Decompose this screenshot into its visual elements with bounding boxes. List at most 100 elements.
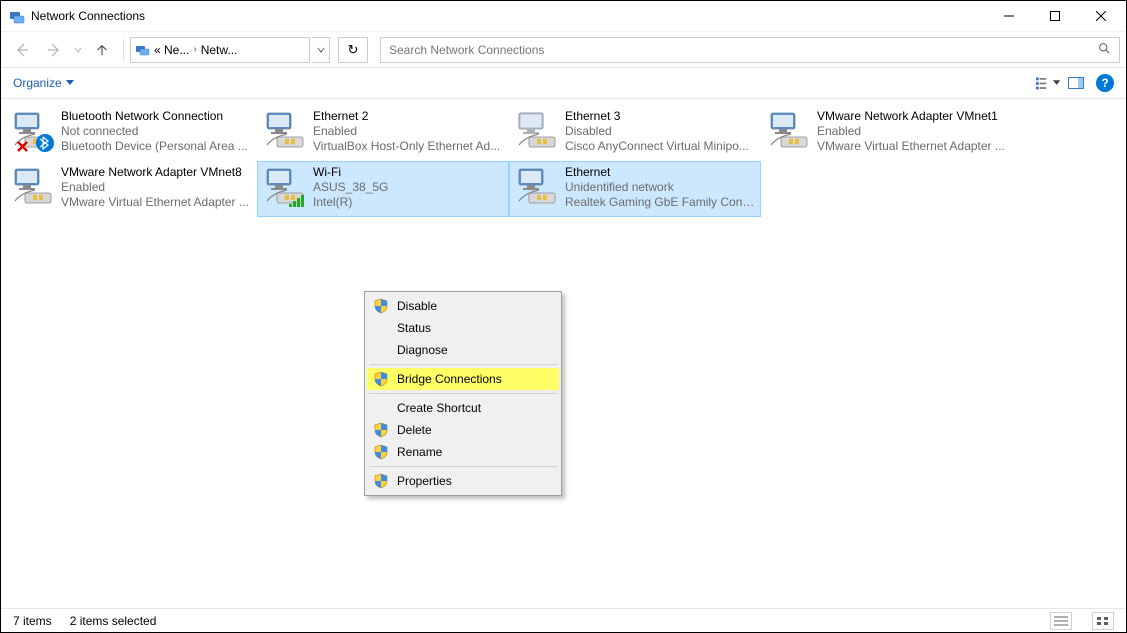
shield-icon [373, 371, 389, 387]
help-button[interactable]: ? [1096, 74, 1114, 92]
connection-status: Disabled [565, 124, 755, 139]
shield-icon [373, 298, 389, 314]
connection-device: Intel(R) [313, 195, 503, 210]
menu-item-label: Status [397, 321, 431, 335]
connection-name: Ethernet 2 [313, 109, 503, 124]
menu-item-label: Disable [397, 299, 437, 313]
menu-item-label: Delete [397, 423, 432, 437]
connection-name: Wi-Fi [313, 165, 503, 180]
search-input[interactable] [389, 43, 1098, 57]
menu-item-label: Create Shortcut [397, 401, 481, 415]
connection-name: Ethernet [565, 165, 755, 180]
connection-text: VMware Network Adapter VMnet1 Enabled VM… [817, 109, 1007, 154]
connection-item[interactable]: Bluetooth Network Connection Not connect… [5, 105, 257, 161]
close-button[interactable] [1078, 1, 1124, 31]
titlebar: Network Connections [1, 1, 1126, 31]
menu-item[interactable]: Rename [367, 441, 559, 463]
network-adapter-icon [767, 109, 811, 153]
shield-icon [373, 444, 389, 460]
connection-device: VMware Virtual Ethernet Adapter ... [61, 195, 251, 210]
context-menu: Disable Status Diagnose Bridge Connections C… [364, 291, 562, 496]
menu-item-label: Diagnose [397, 343, 448, 357]
menu-item[interactable]: Status [367, 317, 559, 339]
address-bar[interactable]: « Ne... › Netw... [130, 37, 310, 63]
status-bar: 7 items 2 items selected [1, 608, 1126, 632]
menu-separator [369, 393, 557, 394]
menu-item-label: Rename [397, 445, 442, 459]
connection-device: Realtek Gaming GbE Family Contr... [565, 195, 755, 210]
connection-name: VMware Network Adapter VMnet1 [817, 109, 1007, 124]
shield-icon [373, 422, 389, 438]
menu-separator [369, 466, 557, 467]
connection-item[interactable]: VMware Network Adapter VMnet8 Enabled VM… [5, 161, 257, 217]
address-dropdown[interactable] [312, 37, 330, 63]
connection-status: Not connected [61, 124, 251, 139]
nav-recent-dropdown[interactable] [71, 36, 85, 64]
shield-icon [373, 473, 389, 489]
connection-status: Enabled [817, 124, 1007, 139]
network-adapter-icon [263, 165, 307, 209]
content-area[interactable]: Bluetooth Network Connection Not connect… [1, 99, 1126, 608]
menu-item[interactable]: Bridge Connections [367, 368, 559, 390]
minimize-button[interactable] [986, 1, 1032, 31]
organize-button[interactable]: Organize [13, 76, 74, 90]
connection-item[interactable]: Ethernet 2 Enabled VirtualBox Host-Only … [257, 105, 509, 161]
details-view-button[interactable] [1050, 612, 1072, 630]
navbar: « Ne... › Netw... ↻ [1, 31, 1126, 67]
status-item-count: 7 items [13, 614, 52, 628]
connection-text: Ethernet Unidentified network Realtek Ga… [565, 165, 755, 210]
menu-item[interactable]: Create Shortcut [367, 397, 559, 419]
maximize-button[interactable] [1032, 1, 1078, 31]
connection-name: VMware Network Adapter VMnet8 [61, 165, 251, 180]
window: Network Connections « Ne... [0, 0, 1127, 633]
items-container: Bluetooth Network Connection Not connect… [1, 99, 1126, 223]
large-icons-view-button[interactable] [1092, 612, 1114, 630]
menu-item[interactable]: Diagnose [367, 339, 559, 361]
network-adapter-icon [515, 165, 559, 209]
connection-device: Bluetooth Device (Personal Area ... [61, 139, 251, 154]
crumb-1[interactable]: « Ne... [154, 43, 189, 57]
menu-separator [369, 364, 557, 365]
connection-status: ASUS_38_5G [313, 180, 503, 195]
connection-device: Cisco AnyConnect Virtual Minipo... [565, 139, 755, 154]
menu-item-label: Properties [397, 474, 452, 488]
organize-label: Organize [13, 76, 62, 90]
menu-item-label: Bridge Connections [397, 372, 502, 386]
connection-status: Enabled [313, 124, 503, 139]
connection-text: VMware Network Adapter VMnet8 Enabled VM… [61, 165, 251, 210]
toolbar: Organize ? [1, 67, 1126, 99]
connection-name: Ethernet 3 [565, 109, 755, 124]
refresh-button[interactable]: ↻ [338, 37, 368, 63]
menu-item[interactable]: Properties [367, 470, 559, 492]
network-adapter-icon [515, 109, 559, 153]
preview-pane-button[interactable] [1064, 71, 1088, 95]
search-icon[interactable] [1098, 42, 1111, 58]
app-icon [9, 8, 25, 24]
window-title: Network Connections [31, 9, 145, 23]
search-box[interactable] [380, 37, 1120, 63]
address-icon [135, 42, 151, 58]
menu-item[interactable]: Delete [367, 419, 559, 441]
connection-device: VirtualBox Host-Only Ethernet Ad... [313, 139, 503, 154]
status-selected-count: 2 items selected [70, 614, 157, 628]
menu-item[interactable]: Disable [367, 295, 559, 317]
connection-status: Enabled [61, 180, 251, 195]
network-adapter-icon [11, 165, 55, 209]
nav-back-button[interactable] [7, 36, 37, 64]
connection-item[interactable]: Wi-Fi ASUS_38_5G Intel(R) [257, 161, 509, 217]
nav-forward-button[interactable] [39, 36, 69, 64]
nav-up-button[interactable] [87, 36, 117, 64]
network-adapter-icon [263, 109, 307, 153]
view-options-button[interactable] [1036, 71, 1060, 95]
chevron-right-icon[interactable]: › [192, 44, 197, 55]
connection-item[interactable]: VMware Network Adapter VMnet1 Enabled VM… [761, 105, 1013, 161]
crumb-2[interactable]: Netw... [201, 43, 238, 57]
connection-text: Bluetooth Network Connection Not connect… [61, 109, 251, 154]
connection-text: Wi-Fi ASUS_38_5G Intel(R) [313, 165, 503, 210]
connection-text: Ethernet 2 Enabled VirtualBox Host-Only … [313, 109, 503, 154]
connection-item[interactable]: Ethernet Unidentified network Realtek Ga… [509, 161, 761, 217]
connection-device: VMware Virtual Ethernet Adapter ... [817, 139, 1007, 154]
connection-item[interactable]: Ethernet 3 Disabled Cisco AnyConnect Vir… [509, 105, 761, 161]
connection-status: Unidentified network [565, 180, 755, 195]
network-adapter-icon [11, 109, 55, 153]
